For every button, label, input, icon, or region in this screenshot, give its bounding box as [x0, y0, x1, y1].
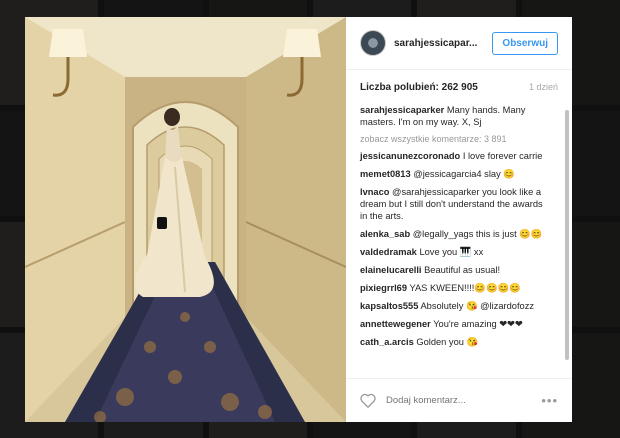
post-header: sarahjessicapar... Obserwuj	[346, 17, 572, 70]
comment-text: @jessicagarcia4 slay 😊	[413, 169, 515, 179]
comment-username[interactable]: annettewegener	[360, 319, 431, 329]
more-options-icon[interactable]: •••	[541, 393, 558, 408]
post-username[interactable]: sarahjessicapar...	[394, 38, 492, 49]
comment-text: YAS KWEEN!!!!😊😊😊😊	[409, 283, 521, 293]
comment-username[interactable]: elainelucarelli	[360, 265, 422, 275]
post-modal: sarahjessicapar... Obserwuj Liczba polub…	[25, 17, 572, 422]
comment-item: pixiegrrl69 YAS KWEEN!!!!😊😊😊😊	[360, 282, 558, 294]
comment-text: Absolutely 😘 @lizardofozz	[420, 301, 534, 311]
follow-button[interactable]: Obserwuj	[492, 31, 558, 55]
view-all-comments-link[interactable]: zobacz wszystkie komentarze: 3 891	[360, 134, 558, 144]
comment-text: I love forever carrie	[462, 151, 543, 161]
comment-text: @legally_yags this is just 😊😊	[412, 229, 543, 239]
comment-item: memet0813 @jessicagarcia4 slay 😊	[360, 168, 558, 180]
post-stats: Liczba polubień: 262 905 1 dzień	[346, 70, 572, 104]
caption: sarahjessicaparker Many hands. Many mast…	[360, 104, 558, 128]
comment-username[interactable]: kapsaltos555	[360, 301, 418, 311]
hallway-photo-illustration	[25, 17, 346, 422]
comments-list[interactable]: sarahjessicaparker Many hands. Many mast…	[346, 104, 572, 378]
comments-scrollbar[interactable]	[565, 110, 569, 360]
comment-username[interactable]: jessicanunezcoronado	[360, 151, 460, 161]
comment-text: Golden you 😘	[416, 337, 479, 347]
comment-item: kapsaltos555 Absolutely 😘 @lizardofozz	[360, 300, 558, 312]
comment-username[interactable]: lvnaco	[360, 187, 389, 197]
comment-username[interactable]: memet0813	[360, 169, 411, 179]
comment-text: Beautiful as usual!	[424, 265, 501, 275]
post-sidebar: sarahjessicapar... Obserwuj Liczba polub…	[346, 17, 572, 422]
post-timestamp[interactable]: 1 dzień	[529, 82, 558, 92]
comment-text: Love you 🎹 xx	[419, 247, 484, 257]
comment-username[interactable]: alenka_sab	[360, 229, 410, 239]
comment-username[interactable]: cath_a.arcis	[360, 337, 414, 347]
comment-item: elainelucarelli Beautiful as usual!	[360, 264, 558, 276]
comment-item: annettewegener You're amazing ❤❤❤	[360, 318, 558, 330]
post-footer: •••	[346, 378, 572, 422]
comment-item: valdedramak Love you 🎹 xx	[360, 246, 558, 258]
comment-username[interactable]: valdedramak	[360, 247, 417, 257]
caption-username[interactable]: sarahjessicaparker	[360, 105, 444, 115]
comment-item: lvnaco @sarahjessicaparker you look like…	[360, 186, 558, 222]
likes-count[interactable]: Liczba polubień: 262 905	[360, 82, 478, 93]
add-comment-input[interactable]	[386, 395, 542, 406]
comment-text: You're amazing ❤❤❤	[433, 319, 523, 329]
post-photo[interactable]	[25, 17, 346, 422]
comment-item: cath_a.arcis Golden you 😘	[360, 336, 558, 348]
comment-item: alenka_sab @legally_yags this is just 😊😊	[360, 228, 558, 240]
avatar[interactable]	[360, 30, 386, 56]
comment-username[interactable]: pixiegrrl69	[360, 283, 407, 293]
comment-item: jessicanunezcoronado I love forever carr…	[360, 150, 558, 162]
heart-icon[interactable]	[360, 393, 376, 409]
